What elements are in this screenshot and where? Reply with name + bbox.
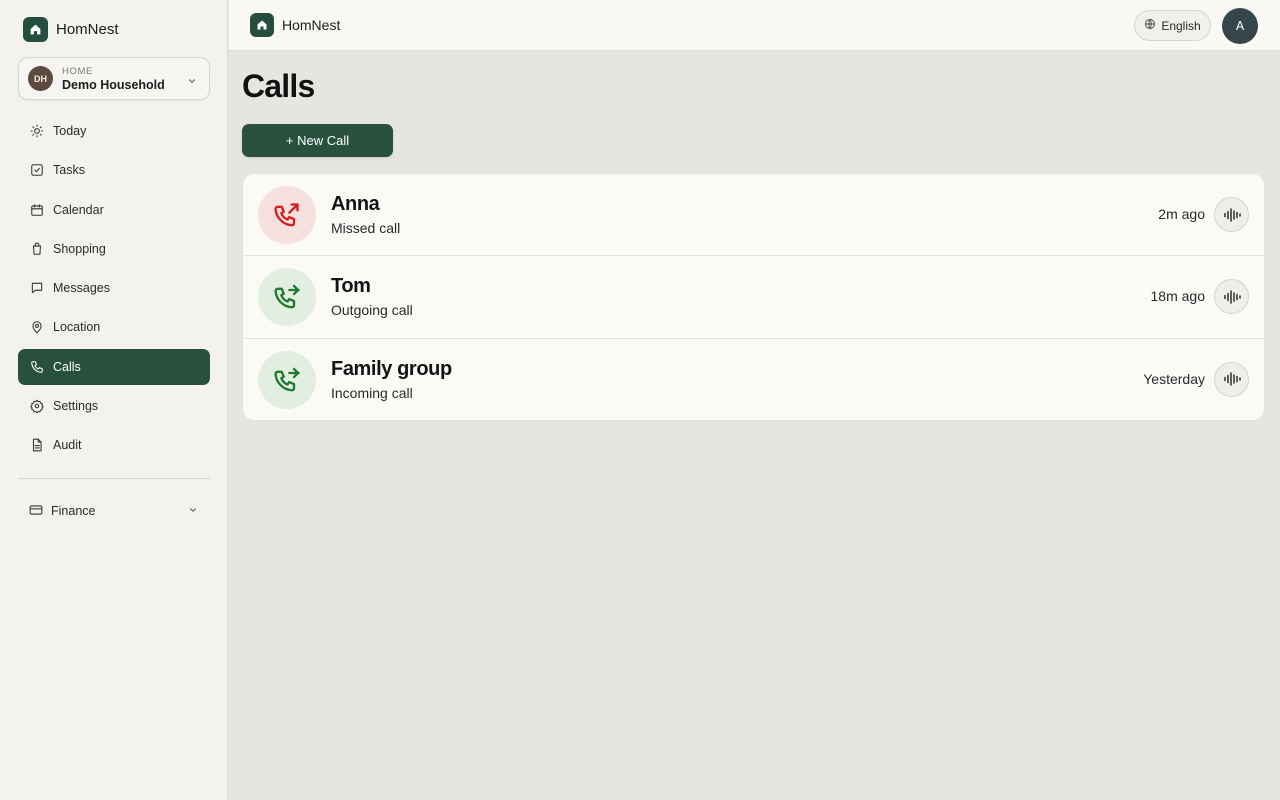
phone-icon xyxy=(29,359,45,375)
sidebar-item-settings[interactable]: Settings xyxy=(18,388,210,424)
sidebar-item-tasks[interactable]: Tasks xyxy=(18,152,210,188)
brand-name: HomNest xyxy=(56,21,119,38)
credit-card-icon xyxy=(29,503,43,520)
audio-wave-icon xyxy=(1223,289,1241,304)
language-label: English xyxy=(1161,18,1201,33)
sidebar-nav: Today Tasks Calendar Shopping Messages L… xyxy=(18,113,210,467)
sidebar-item-shopping[interactable]: Shopping xyxy=(18,231,210,267)
sidebar-item-audit[interactable]: Audit xyxy=(18,427,210,463)
audio-wave-button[interactable] xyxy=(1214,197,1249,232)
calendar-icon xyxy=(29,202,45,218)
household-label: HOME xyxy=(62,65,93,77)
page-title: Calls xyxy=(242,68,315,104)
sidebar-item-label: Settings xyxy=(53,399,99,414)
sidebar-item-calendar[interactable]: Calendar xyxy=(18,192,210,228)
phone-forward-icon xyxy=(258,350,316,409)
sidebar: HomNest DH HOME Demo Household Today Tas… xyxy=(0,0,228,800)
household-switcher[interactable]: DH HOME Demo Household xyxy=(18,57,210,100)
new-call-button[interactable]: + New Call xyxy=(242,124,393,157)
chevron-down-icon xyxy=(187,73,197,91)
phone-missed-icon xyxy=(258,186,316,244)
audio-wave-button[interactable] xyxy=(1214,279,1249,315)
call-type: Missed call xyxy=(331,220,401,236)
user-avatar[interactable]: A xyxy=(1222,8,1258,44)
audio-wave-button[interactable] xyxy=(1214,361,1249,397)
sidebar-divider xyxy=(18,478,210,479)
document-icon xyxy=(29,437,45,453)
household-name: Demo Household xyxy=(62,77,165,92)
sidebar-item-location[interactable]: Location xyxy=(18,309,210,345)
household-avatar: DH xyxy=(28,66,53,91)
map-pin-icon xyxy=(29,319,45,335)
sidebar-item-calls[interactable]: Calls xyxy=(18,348,210,385)
sidebar-item-finance[interactable]: Finance xyxy=(18,493,210,529)
sidebar-item-label: Today xyxy=(53,124,87,138)
caller-name: Family group xyxy=(331,357,452,380)
checkbox-icon xyxy=(29,162,45,178)
sidebar-item-label: Audit xyxy=(53,438,82,453)
audio-wave-icon xyxy=(1223,207,1241,222)
home-logo-icon xyxy=(250,13,274,37)
call-type: Incoming call xyxy=(331,384,413,401)
caller-name: Tom xyxy=(331,275,371,298)
globe-icon xyxy=(1144,18,1156,33)
call-time: 2m ago xyxy=(1158,206,1205,222)
caller-name: Anna xyxy=(331,193,380,215)
header-brand-name: HomNest xyxy=(282,17,341,33)
call-time: Yesterday xyxy=(1143,370,1205,387)
phone-forward-icon xyxy=(258,268,316,327)
chevron-down-icon xyxy=(188,504,198,518)
sidebar-item-label: Finance xyxy=(51,504,96,518)
gear-icon xyxy=(29,398,45,414)
sun-icon xyxy=(29,123,45,139)
top-header: HomNest English A xyxy=(229,0,1280,51)
language-selector[interactable]: English xyxy=(1134,10,1211,41)
shopping-bag-icon xyxy=(29,241,45,257)
sidebar-item-label: Calendar xyxy=(53,202,104,217)
sidebar-item-label: Messages xyxy=(53,281,110,296)
audio-wave-icon xyxy=(1223,372,1241,386)
brand[interactable]: HomNest xyxy=(23,17,119,42)
call-type: Outgoing call xyxy=(331,302,413,319)
call-row[interactable]: Family group Incoming call Yesterday xyxy=(243,339,1264,420)
sidebar-item-label: Location xyxy=(53,320,101,335)
call-row[interactable]: Tom Outgoing call 18m ago xyxy=(243,256,1264,339)
sidebar-item-label: Shopping xyxy=(53,241,106,256)
sidebar-item-label: Calls xyxy=(53,359,81,374)
sidebar-item-today[interactable]: Today xyxy=(18,113,210,149)
sidebar-item-messages[interactable]: Messages xyxy=(18,270,210,306)
message-icon xyxy=(29,280,45,296)
call-row[interactable]: Anna Missed call 2m ago xyxy=(243,174,1264,257)
calls-list: Anna Missed call 2m ago Tom Outgoing cal… xyxy=(242,173,1265,421)
home-logo-icon xyxy=(23,17,48,42)
call-time: 18m ago xyxy=(1150,288,1205,305)
header-brand[interactable]: HomNest xyxy=(250,13,340,37)
sidebar-item-label: Tasks xyxy=(53,163,85,178)
